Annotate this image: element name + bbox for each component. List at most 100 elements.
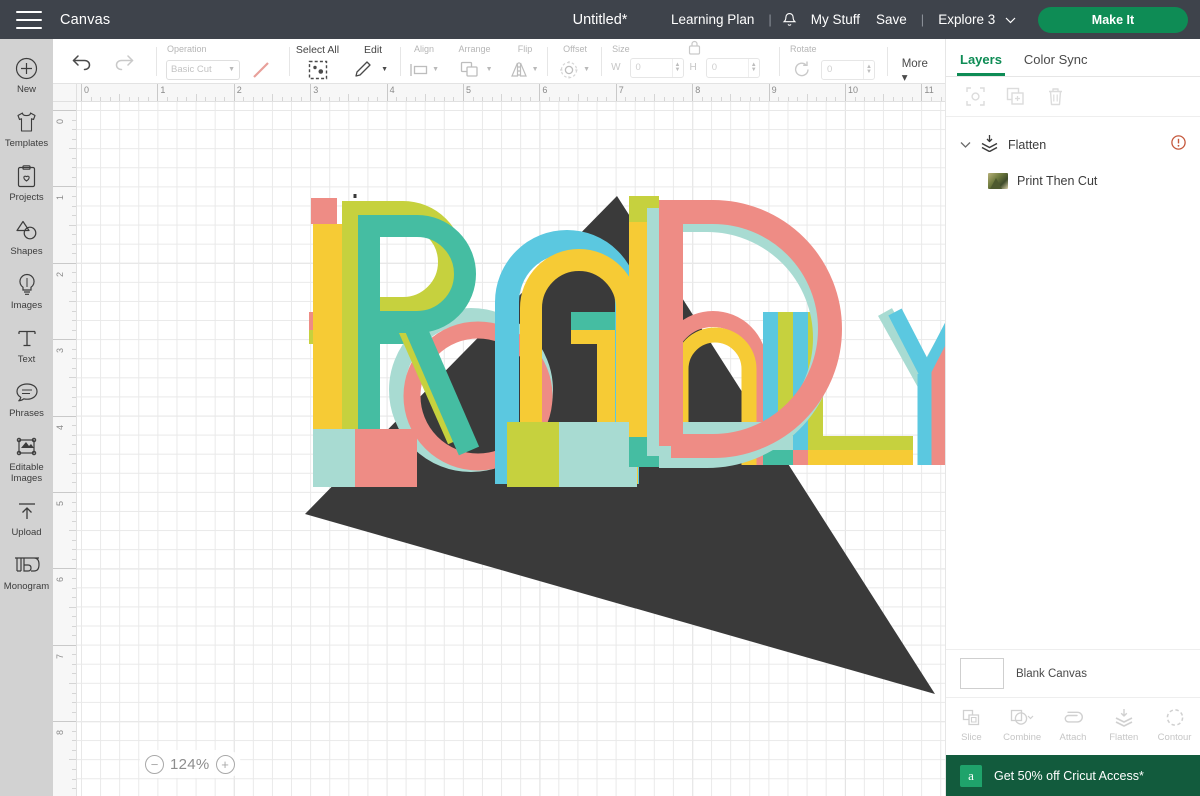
height-label: H	[689, 62, 697, 73]
rotate-input[interactable]: 0 ▲ ▼	[820, 59, 875, 80]
rail-item-shapes[interactable]: Shapes	[0, 209, 53, 263]
ruler-subtick-h	[405, 97, 407, 101]
ruler-subtick-v	[72, 386, 76, 388]
tool-contour[interactable]: Contour	[1151, 706, 1199, 743]
ruler-subtick-v	[72, 711, 76, 713]
ruler-subtick-h	[806, 94, 808, 101]
rotate-icon[interactable]	[789, 58, 815, 82]
offset-group: Offset ▼	[548, 39, 603, 84]
operation-label: Operation	[167, 43, 207, 54]
ruler-subtick-h	[930, 97, 932, 101]
tshirt-icon	[14, 109, 40, 135]
layer-row-flatten[interactable]: Flatten	[946, 127, 1200, 163]
tool-flatten[interactable]: Flatten	[1100, 706, 1148, 743]
trash-icon[interactable]	[1042, 85, 1068, 109]
rail-item-monogram[interactable]: Monogram	[0, 544, 53, 598]
my-stuff-link[interactable]: My Stuff	[803, 12, 868, 27]
pencil-icon[interactable]	[353, 58, 372, 82]
chevron-down-icon[interactable]: ▼	[583, 66, 590, 73]
line-color-swatch[interactable]	[248, 58, 274, 82]
tool-label: Attach	[1059, 732, 1087, 743]
duplicate-icon[interactable]	[1002, 85, 1028, 109]
ruler-subtick-h	[329, 97, 331, 101]
edit-label: Edit	[363, 43, 383, 56]
ruler-subtick-v	[69, 606, 76, 608]
width-stepper[interactable]: ▲ ▼	[671, 58, 683, 77]
ruler-subtick-v	[72, 329, 76, 331]
rotate-stepper[interactable]: ▲ ▼	[862, 60, 874, 79]
group-icon[interactable]	[962, 85, 988, 109]
ruler-subtick-h	[176, 97, 178, 101]
rotate-value: 0	[826, 64, 833, 75]
ruler-subtick-v	[69, 377, 76, 379]
operation-select[interactable]: Basic Cut ▼	[166, 59, 240, 80]
layer-thumbnail	[988, 173, 1008, 189]
top-bar-right: Learning Plan | My Stuff Save | Explore …	[663, 6, 1200, 33]
ruler-subtick-v	[72, 539, 76, 541]
minus-circle-icon[interactable]: −	[145, 754, 164, 774]
artwork-totally-rad[interactable]	[295, 184, 945, 704]
canvas-grid[interactable]	[77, 102, 945, 796]
machine-selector[interactable]: Explore 3	[930, 12, 1024, 27]
plus-circle-icon[interactable]: +	[215, 754, 235, 774]
tab-layers[interactable]: Layers	[957, 52, 1005, 76]
align-icon[interactable]	[409, 58, 429, 82]
chevron-down-icon[interactable]	[960, 136, 971, 154]
make-it-button[interactable]: Make It	[1038, 6, 1188, 33]
arrange-icon[interactable]	[457, 58, 483, 82]
ruler-subtick-v	[72, 444, 76, 446]
width-input[interactable]: 0 ▲ ▼	[629, 57, 684, 78]
ruler-subtick-h	[548, 97, 550, 101]
rail-item-projects[interactable]: Projects	[0, 155, 53, 209]
chevron-down-icon[interactable]: ▼	[381, 66, 388, 73]
rail-item-images[interactable]: Images	[0, 263, 53, 317]
rail-item-text[interactable]: Text	[0, 317, 53, 371]
tool-combine[interactable]: Combine	[998, 706, 1046, 743]
warning-icon[interactable]	[1171, 135, 1186, 155]
tool-attach[interactable]: Attach	[1049, 706, 1097, 743]
tool-slice[interactable]: Slice	[947, 706, 995, 743]
flip-group: Flip ▼	[502, 39, 549, 84]
ruler-subtick-v	[72, 320, 76, 322]
rail-item-upload[interactable]: Upload	[0, 490, 53, 544]
save-button[interactable]: Save	[868, 12, 915, 27]
redo-icon[interactable]	[111, 50, 137, 74]
select-all-icon[interactable]	[305, 58, 331, 82]
ruler-subtick-v	[72, 577, 76, 579]
rail-item-editable-images[interactable]: Editable Images	[0, 425, 53, 490]
canvas-label[interactable]: Canvas	[60, 12, 110, 28]
canvas-color-swatch[interactable]	[960, 658, 1004, 689]
chevron-down-icon[interactable]: ▼	[532, 66, 539, 73]
select-all-label: Select All	[295, 43, 340, 56]
bell-icon[interactable]	[782, 12, 797, 28]
layer-row-print-then-cut[interactable]: Print Then Cut	[946, 163, 1200, 199]
ruler-subtick-v	[72, 281, 76, 283]
flip-icon[interactable]	[509, 58, 529, 82]
hamburger-icon[interactable]	[16, 10, 42, 29]
ruler-subtick-v	[72, 234, 76, 236]
ruler-subtick-h	[673, 97, 675, 101]
chevron-down-icon[interactable]: ▼	[486, 66, 493, 73]
height-stepper[interactable]: ▲ ▼	[747, 58, 759, 77]
canvas-area[interactable]: 01234567891011 0123456789 − 124% +	[53, 84, 945, 796]
cricut-access-promo[interactable]: a Get 50% off Cricut Access*	[946, 755, 1200, 796]
rail-label: Text	[17, 354, 36, 365]
rail-item-new[interactable]: New	[0, 47, 53, 101]
ruler-subtick-v	[69, 224, 76, 226]
undo-icon[interactable]	[69, 50, 95, 74]
rail-item-phrases[interactable]: Phrases	[0, 371, 53, 425]
more-button[interactable]: More ▾	[902, 58, 936, 84]
panel-tabs: Layers Color Sync	[946, 39, 1200, 77]
combine-icon	[1010, 706, 1034, 728]
rail-item-templates[interactable]: Templates	[0, 101, 53, 155]
lock-icon[interactable]	[687, 39, 702, 61]
zoom-value: 124%	[170, 755, 210, 773]
blank-canvas-row[interactable]: Blank Canvas	[946, 649, 1200, 697]
learning-plan-link[interactable]: Learning Plan	[663, 12, 762, 27]
offset-icon[interactable]	[557, 58, 580, 82]
tab-color-sync[interactable]: Color Sync	[1024, 52, 1088, 76]
ruler-subtick-v	[72, 501, 76, 503]
chevron-down-icon[interactable]: ▼	[432, 66, 439, 73]
height-input[interactable]: 0 ▲ ▼	[705, 57, 760, 78]
size-group: Size W 0 ▲ ▼ H 0 ▲ ▼	[602, 39, 780, 84]
